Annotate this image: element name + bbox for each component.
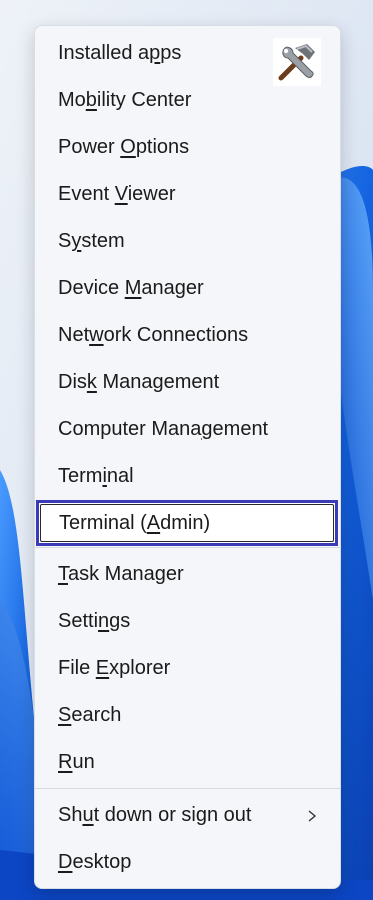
- accelerator-key: b: [85, 89, 97, 111]
- menu-item-task-manager[interactable]: Task Manager: [35, 551, 340, 598]
- accelerator-key: T: [58, 563, 68, 585]
- menu-item-network-connections[interactable]: Network Connections: [35, 312, 340, 359]
- menu-item-label: File Explorer: [58, 657, 171, 679]
- hammer-wrench-icon: [273, 38, 321, 86]
- accelerator-key: E: [95, 657, 110, 679]
- menu-item-terminal-admin[interactable]: Terminal (Admin): [36, 500, 338, 546]
- menu-item-label: Run: [58, 751, 95, 773]
- menu-item-terminal[interactable]: Terminal: [35, 453, 340, 500]
- menu-item-event-viewer[interactable]: Event Viewer: [35, 171, 340, 218]
- menu-separator: [35, 788, 340, 789]
- menu-item-disk-management[interactable]: Disk Management: [35, 359, 340, 406]
- menu-item-label: Terminal: [58, 465, 134, 487]
- chevron-right-icon: [308, 809, 317, 822]
- menu-item-label: Task Manager: [58, 563, 184, 585]
- accelerator-key: g: [201, 418, 213, 440]
- accelerator-key: D: [58, 851, 73, 873]
- menu-item-label: Power Options: [58, 136, 190, 158]
- accelerator-key: R: [58, 751, 73, 773]
- menu-item-label: Shut down or sign out: [58, 804, 252, 826]
- menu-item-search[interactable]: Search: [35, 692, 340, 739]
- menu-item-settings[interactable]: Settings: [35, 598, 340, 645]
- accelerator-key: V: [114, 183, 128, 205]
- menu-item-computer-management[interactable]: Computer Management: [35, 406, 340, 453]
- menu-item-file-explorer[interactable]: File Explorer: [35, 645, 340, 692]
- menu-item-label: Computer Management: [58, 418, 269, 440]
- menu-item-label: Device Manager: [58, 277, 204, 299]
- accelerator-key: M: [124, 277, 142, 299]
- power-user-menu: Installed apps Mobility Center Power Optio…: [34, 25, 341, 889]
- menu-item-run[interactable]: Run: [35, 739, 340, 786]
- accelerator-key: u: [82, 804, 94, 826]
- menu-item-power-options[interactable]: Power Options: [35, 124, 340, 171]
- menu-item-label: Settings: [58, 610, 131, 632]
- menu-item-label: Event Viewer: [58, 183, 176, 205]
- menu-item-system[interactable]: System: [35, 218, 340, 265]
- menu-item-label: Installed apps: [58, 42, 182, 64]
- menu-item-desktop[interactable]: Desktop: [35, 839, 340, 886]
- accelerator-key: A: [146, 511, 161, 534]
- menu-item-shut-down[interactable]: Shut down or sign out: [35, 792, 340, 839]
- menu-item-label: Network Connections: [58, 324, 249, 346]
- accelerator-key: y: [71, 230, 82, 252]
- menu-item-device-manager[interactable]: Device Manager: [35, 265, 340, 312]
- accelerator-key: w: [89, 324, 104, 346]
- menu-item-label: Mobility Center: [58, 89, 192, 111]
- menu-item-label: Terminal (Admin): [59, 511, 211, 534]
- accelerator-key: S: [58, 704, 72, 726]
- menu-item-label: Disk Management: [58, 371, 220, 393]
- accelerator-key: k: [86, 371, 97, 393]
- accelerator-key: p: [149, 42, 161, 64]
- accelerator-key: n: [98, 610, 110, 632]
- menu-item-label: Search: [58, 704, 122, 726]
- menu-item-label: System: [58, 230, 125, 252]
- menu-item-label: Desktop: [58, 851, 132, 873]
- menu-separator: [35, 547, 340, 548]
- accelerator-key: O: [120, 136, 136, 158]
